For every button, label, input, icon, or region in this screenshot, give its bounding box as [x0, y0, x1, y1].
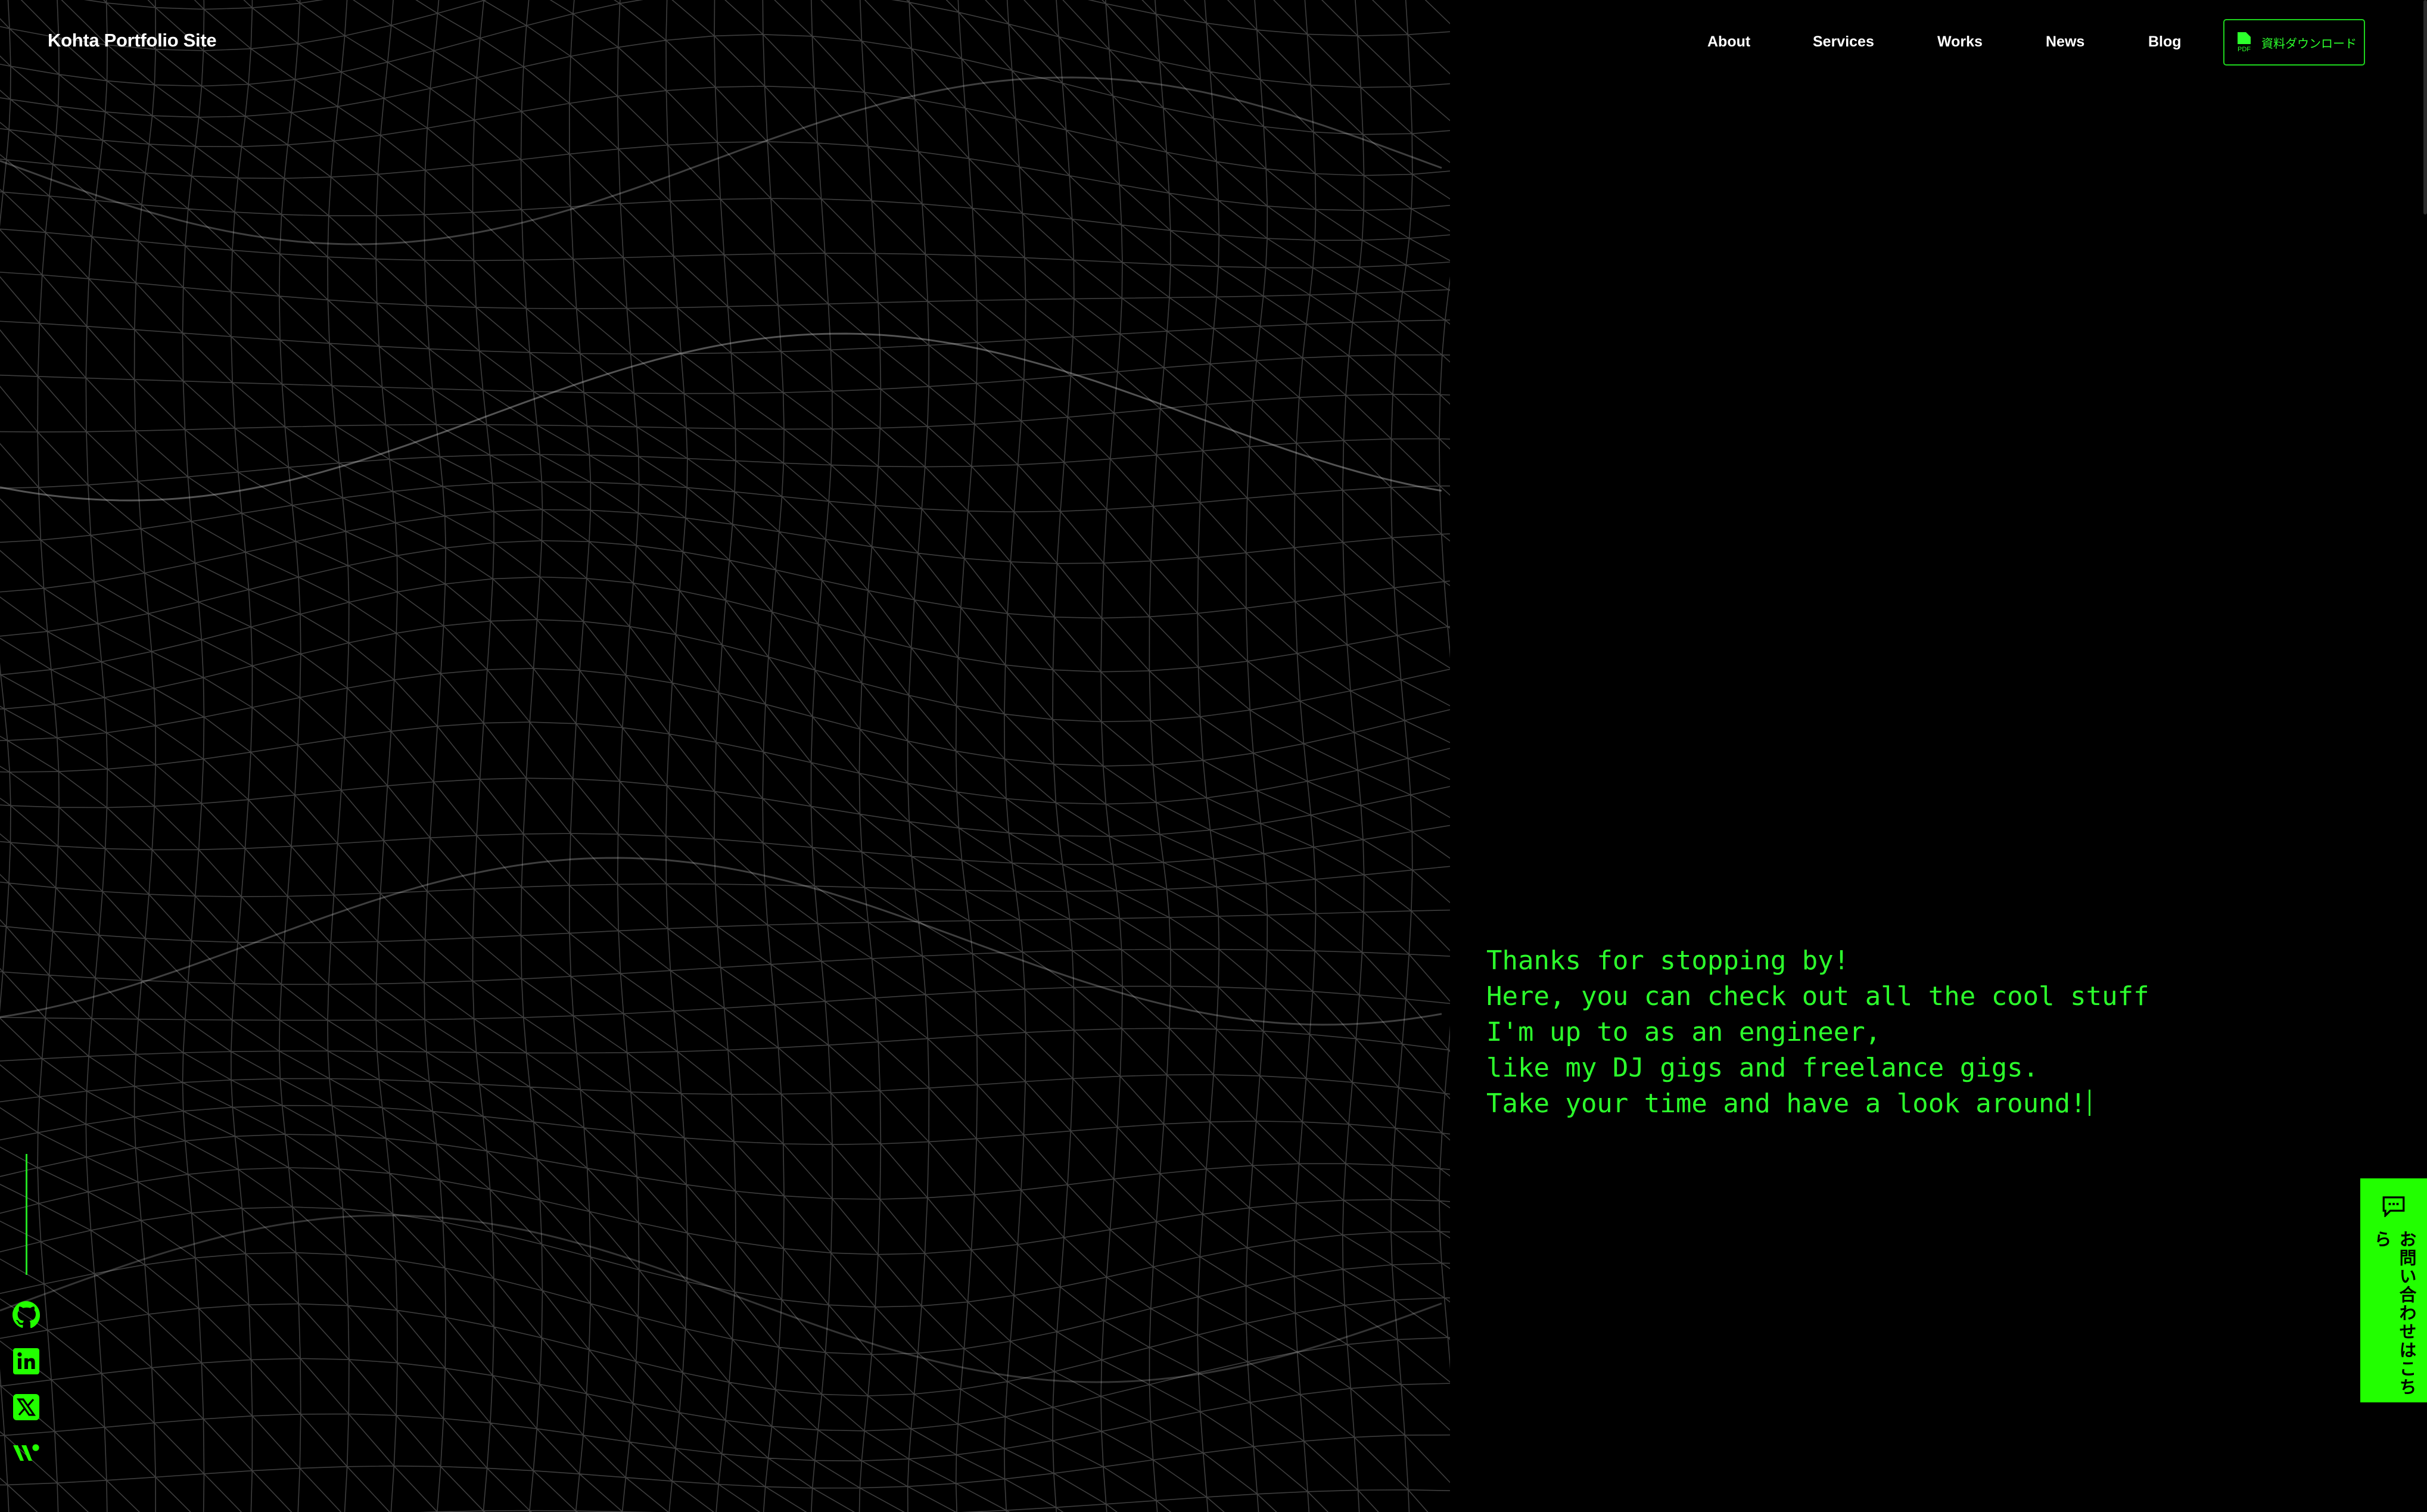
intro-line: I'm up to as an engineer,: [1486, 1017, 1881, 1047]
download-materials-button[interactable]: PDF 資料ダウンロード: [2223, 19, 2365, 66]
github-icon[interactable]: [12, 1301, 41, 1329]
social-divider-line: [26, 1154, 27, 1275]
typing-caret: [2088, 1090, 2090, 1116]
download-button-label: 資料ダウンロード: [2261, 37, 2357, 51]
intro-line: Here, you can check out all the cool stu…: [1486, 981, 2149, 1012]
site-logo[interactable]: Kohta Portfolio Site: [48, 30, 217, 51]
scrollbar[interactable]: [2423, 0, 2427, 214]
wave-ridge: [0, 76, 1442, 245]
nav-works[interactable]: Works: [1937, 33, 1983, 51]
intro-line: like my DJ gigs and freelance gigs.: [1486, 1053, 2039, 1083]
linkedin-icon[interactable]: [12, 1347, 41, 1376]
intro-line: Take your time and have a look around!: [1486, 1088, 2086, 1119]
pdf-file-icon: PDF: [2238, 32, 2251, 52]
nav-about[interactable]: About: [1707, 33, 1750, 51]
intro-message: Thanks for stopping by! Here, you can che…: [1486, 943, 2149, 1122]
contact-tab-label: お問い合わせはこちら: [2372, 1230, 2416, 1397]
svg-text:PDF: PDF: [2238, 46, 2251, 52]
mesh-lines: [0, 0, 1450, 1512]
wireframe-wave-background: [0, 0, 1450, 1512]
nav-blog[interactable]: Blog: [2148, 33, 2182, 51]
nav-news[interactable]: News: [2046, 33, 2084, 51]
wave-ridge: [0, 1214, 1442, 1383]
nav-services[interactable]: Services: [1813, 33, 1874, 51]
x-icon[interactable]: [12, 1393, 41, 1421]
contact-tab[interactable]: お問い合わせはこちら: [2360, 1178, 2427, 1402]
intro-line: Thanks for stopping by!: [1486, 945, 1850, 976]
chat-bubble-icon: [2382, 1196, 2405, 1218]
wantedly-icon[interactable]: [12, 1438, 41, 1467]
